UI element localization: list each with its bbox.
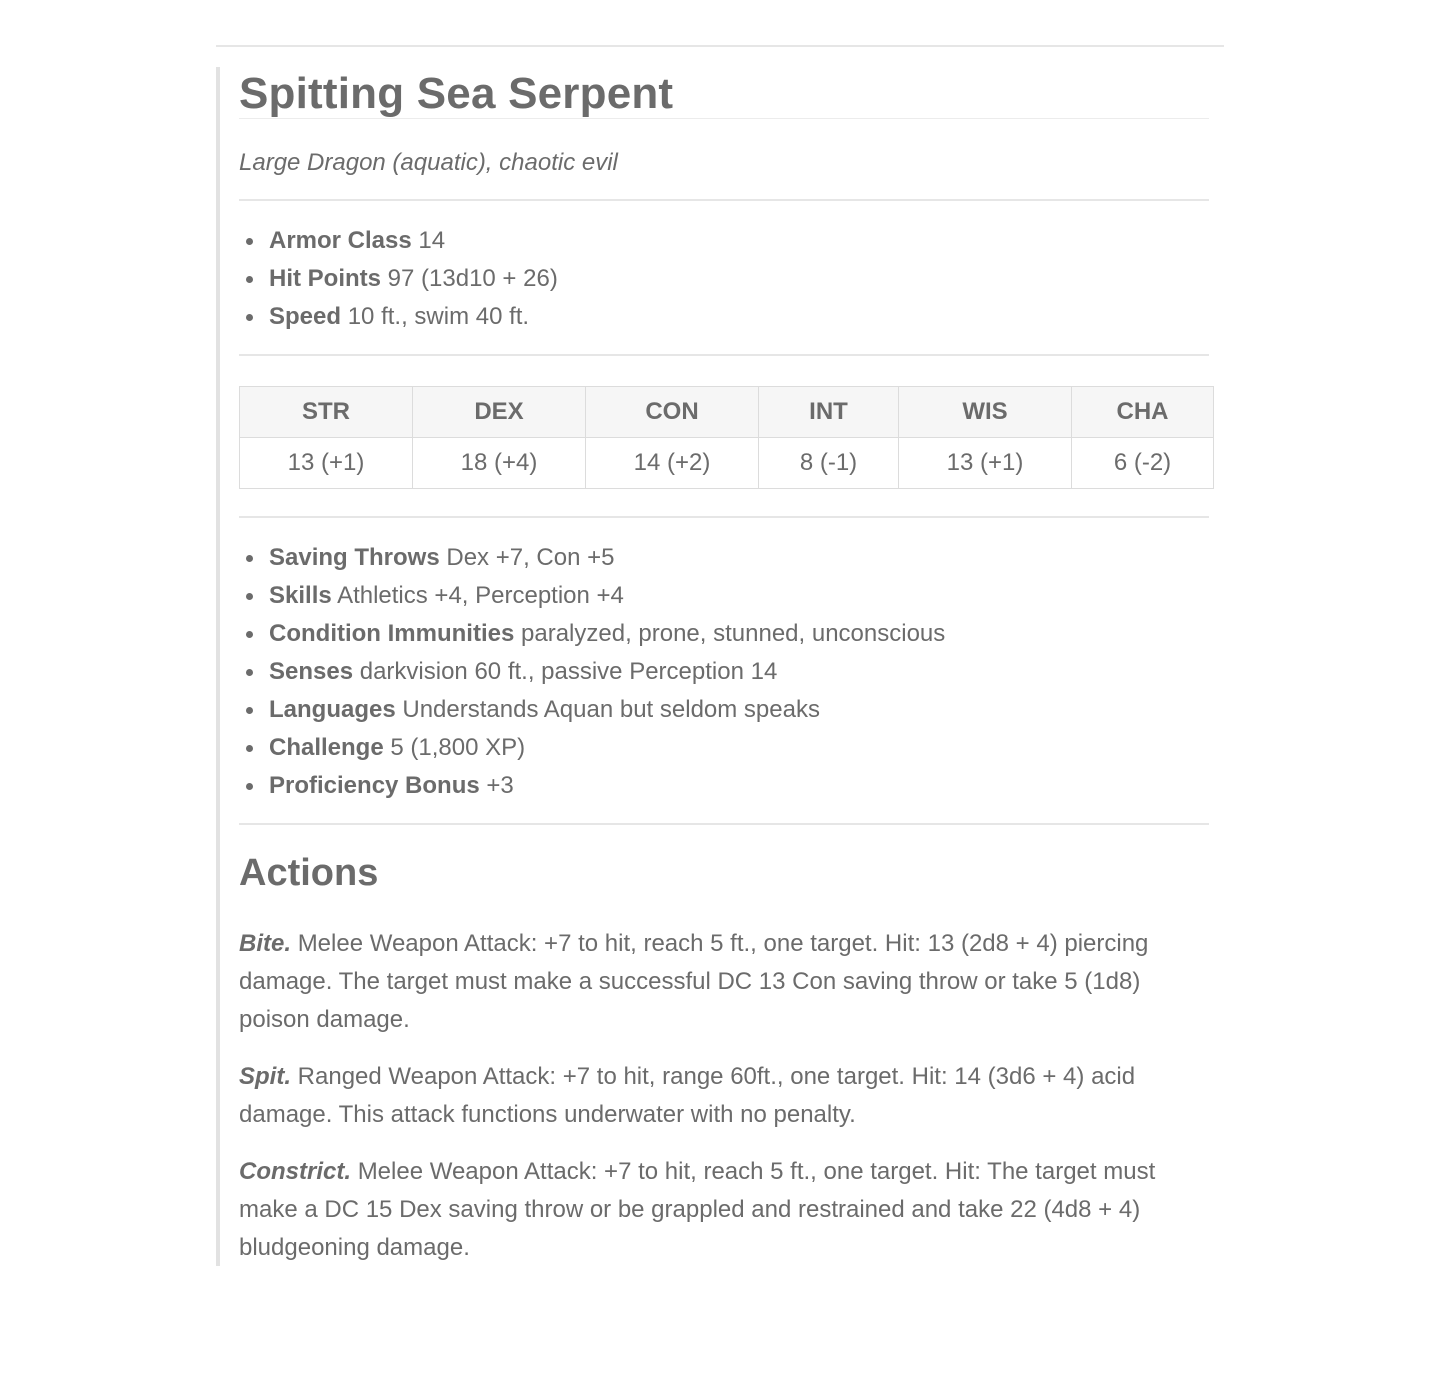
action-name: Bite. bbox=[239, 930, 292, 957]
stat-challenge: Challenge 5 (1,800 XP) bbox=[239, 729, 945, 767]
ability-value: 13 (+1) bbox=[239, 437, 413, 489]
stat-proficiency-bonus: Proficiency Bonus +3 bbox=[239, 767, 945, 805]
action-text: Melee Weapon Attack: +7 to hit, reach 5 … bbox=[239, 1158, 1156, 1261]
stat-block: Spitting Sea Serpent Large Dragon (aquat… bbox=[216, 67, 1214, 1267]
stat-speed: Speed 10 ft., swim 40 ft. bbox=[239, 298, 558, 336]
stat-condition-immunities: Condition Immunities paralyzed, prone, s… bbox=[239, 615, 945, 653]
ability-header: CHA bbox=[1071, 386, 1214, 438]
action-text: Ranged Weapon Attack: +7 to hit, range 6… bbox=[239, 1063, 1136, 1128]
ability-header: CON bbox=[585, 386, 759, 438]
action-name: Constrict. bbox=[239, 1158, 352, 1185]
action-bite: Bite. Melee Weapon Attack: +7 to hit, re… bbox=[239, 925, 1199, 1039]
action-constrict: Constrict. Melee Weapon Attack: +7 to hi… bbox=[239, 1153, 1199, 1267]
divider bbox=[239, 516, 1209, 518]
stat-hit-points: Hit Points 97 (13d10 + 26) bbox=[239, 260, 558, 298]
monster-meta: Large Dragon (aquatic), chaotic evil bbox=[239, 149, 618, 176]
divider bbox=[239, 823, 1209, 825]
ability-header: STR bbox=[239, 386, 413, 438]
basic-stats-list: Armor Class 14 Hit Points 97 (13d10 + 26… bbox=[239, 222, 558, 336]
action-name: Spit. bbox=[239, 1063, 291, 1090]
monster-name: Spitting Sea Serpent bbox=[239, 69, 674, 118]
ability-header: INT bbox=[758, 386, 899, 438]
details-list: Saving Throws Dex +7, Con +5 Skills Athl… bbox=[239, 539, 945, 805]
ability-value: 6 (-2) bbox=[1071, 437, 1214, 489]
ability-scores-table: STR DEX CON INT WIS CHA 13 (+1) 18 (+4) … bbox=[239, 386, 1214, 489]
ability-header: DEX bbox=[412, 386, 586, 438]
ability-value: 13 (+1) bbox=[898, 437, 1072, 489]
action-spit: Spit. Ranged Weapon Attack: +7 to hit, r… bbox=[239, 1058, 1199, 1134]
action-text: Melee Weapon Attack: +7 to hit, reach 5 … bbox=[239, 930, 1149, 1033]
stat-saving-throws: Saving Throws Dex +7, Con +5 bbox=[239, 539, 945, 577]
stat-senses: Senses darkvision 60 ft., passive Percep… bbox=[239, 653, 945, 691]
ability-value: 14 (+2) bbox=[585, 437, 759, 489]
stat-armor-class: Armor Class 14 bbox=[239, 222, 558, 260]
stat-skills: Skills Athletics +4, Perception +4 bbox=[239, 577, 945, 615]
ability-header: WIS bbox=[898, 386, 1072, 438]
ability-value: 8 (-1) bbox=[758, 437, 899, 489]
divider bbox=[239, 354, 1209, 356]
ability-value-row: 13 (+1) 18 (+4) 14 (+2) 8 (-1) 13 (+1) 6… bbox=[239, 437, 1214, 489]
actions-heading: Actions bbox=[239, 852, 379, 894]
ability-value: 18 (+4) bbox=[412, 437, 586, 489]
stat-languages: Languages Understands Aquan but seldom s… bbox=[239, 691, 945, 729]
top-divider bbox=[216, 45, 1224, 47]
divider bbox=[239, 199, 1209, 201]
ability-header-row: STR DEX CON INT WIS CHA bbox=[239, 386, 1214, 438]
title-divider bbox=[239, 118, 1209, 119]
